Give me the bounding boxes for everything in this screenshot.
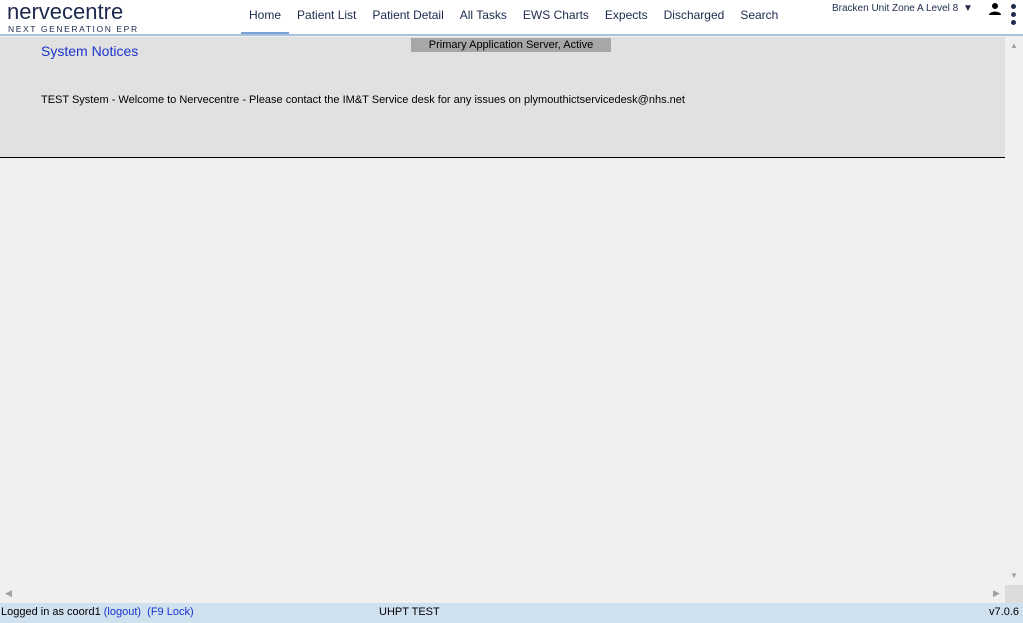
version-label: v7.0.6	[989, 606, 1019, 618]
scrollbar-corner	[1005, 585, 1023, 603]
more-menu-icon[interactable]	[1010, 4, 1018, 30]
nav-patient-detail[interactable]: Patient Detail	[364, 0, 451, 34]
logo-tagline: NEXT GENERATION EPR	[8, 24, 139, 34]
scroll-down-icon[interactable]: ▼	[1010, 571, 1018, 580]
app-header: nervecentre NEXT GENERATION EPR Home Pat…	[0, 0, 1023, 36]
nav-patient-list[interactable]: Patient List	[289, 0, 364, 34]
nav-all-tasks[interactable]: All Tasks	[452, 0, 515, 34]
horizontal-scrollbar[interactable]: ◀ ▶	[0, 585, 1005, 603]
notices-title: System Notices	[41, 43, 139, 59]
system-notices-panel: Primary Application Server, Active Syste…	[0, 37, 1005, 158]
nav-search[interactable]: Search	[732, 0, 786, 34]
nav-expects[interactable]: Expects	[597, 0, 656, 34]
location-selector[interactable]: Bracken Unit Zone A Level 8 ▼	[832, 3, 973, 14]
location-label: Bracken Unit Zone A Level 8	[832, 3, 959, 14]
logo-wordmark: nervecentre	[7, 0, 124, 24]
nav-ews-charts[interactable]: EWS Charts	[515, 0, 597, 34]
main-content	[0, 158, 1005, 585]
scroll-right-icon[interactable]: ▶	[993, 588, 1000, 599]
user-icon[interactable]	[988, 2, 1002, 16]
scroll-left-icon[interactable]: ◀	[5, 588, 12, 599]
notice-message: TEST System - Welcome to Nervecentre - P…	[41, 94, 685, 106]
nervecentre-logo[interactable]: nervecentre NEXT GENERATION EPR	[7, 0, 139, 35]
login-status: Logged in as coord1 (logout) (F9 Lock)	[1, 604, 194, 620]
logged-in-text: Logged in as coord1	[1, 606, 101, 618]
main-nav: Home Patient List Patient Detail All Tas…	[241, 0, 786, 34]
lock-link[interactable]: (F9 Lock)	[147, 606, 193, 618]
status-bar: Logged in as coord1 (logout) (F9 Lock) U…	[0, 603, 1023, 623]
nav-home[interactable]: Home	[241, 0, 290, 34]
nav-discharged[interactable]: Discharged	[656, 0, 733, 34]
logout-link[interactable]: (logout)	[104, 606, 141, 618]
environment-label: UHPT TEST	[379, 606, 440, 618]
caret-down-icon: ▼	[962, 3, 973, 14]
vertical-scrollbar[interactable]: ▲ ▼	[1005, 37, 1023, 585]
server-status-badge: Primary Application Server, Active	[411, 38, 611, 52]
scroll-up-icon[interactable]: ▲	[1010, 41, 1018, 50]
